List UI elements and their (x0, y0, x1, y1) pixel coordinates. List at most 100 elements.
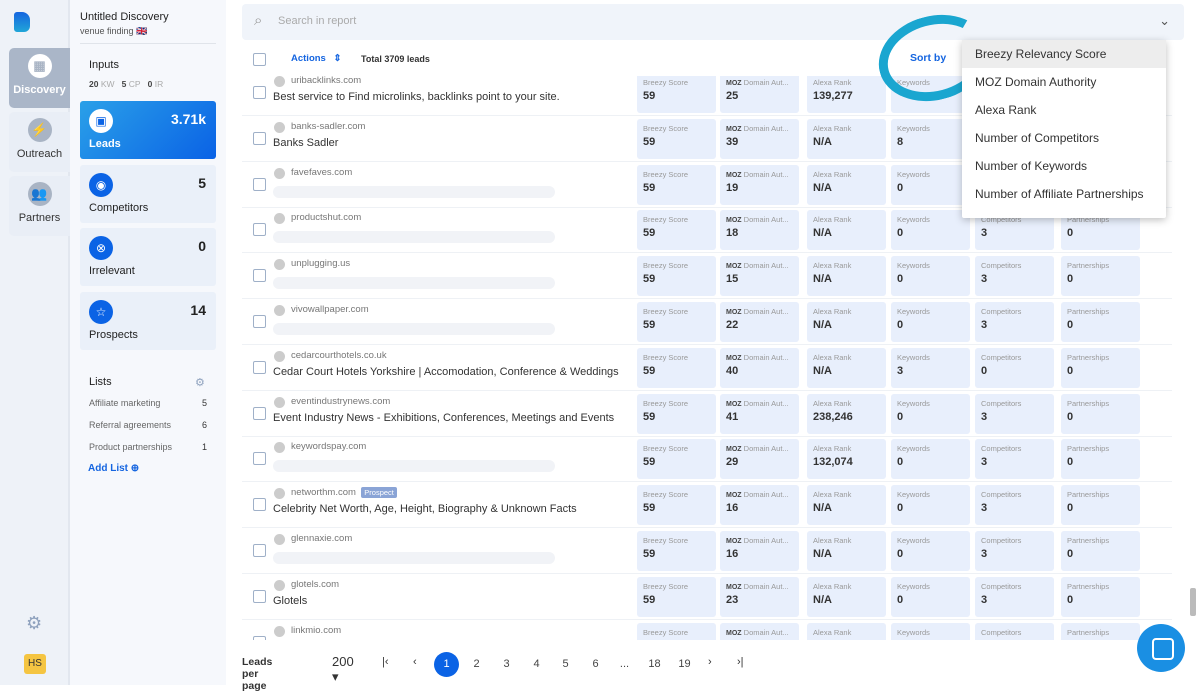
row-checkbox[interactable] (253, 315, 266, 328)
nav-partners[interactable]: 👥 Partners (9, 176, 70, 236)
sort-option[interactable]: MOZ Domain Authority (962, 68, 1166, 96)
lists-gear-icon[interactable]: ⚙ (195, 376, 205, 389)
table-row[interactable]: keywordspay.com Breezy Score 59 MOZ Domain … (242, 436, 1172, 483)
domain-link[interactable]: eventindustrynews.com (291, 396, 390, 407)
discovery-subtitle: venue finding 🇬🇧 (80, 26, 148, 36)
metric-value: 59 (643, 548, 656, 560)
metric-label-text: Domain Aut... (743, 398, 789, 408)
domain-link[interactable]: banks-sadler.com (291, 121, 365, 132)
sort-by-button[interactable]: Sort by (910, 52, 946, 64)
row-checkbox[interactable] (253, 269, 266, 283)
metric-value: 0 (981, 364, 988, 377)
search-input[interactable]: Search in report (278, 15, 356, 27)
sort-option[interactable]: Breezy Relevancy Score (962, 40, 1166, 68)
sort-option[interactable]: Number of Affiliate Partnerships (962, 180, 1166, 208)
page-...[interactable]: ... (612, 652, 637, 677)
domain-link[interactable]: productshut.com (291, 212, 361, 223)
table-row[interactable]: glotels.com Glotels Breezy Score 59 MOZ Doma… (242, 574, 1172, 620)
domain-link[interactable]: vivowallpaper.com (291, 304, 369, 315)
domain-link[interactable]: uribacklinks.com (291, 76, 361, 86)
nav-discovery[interactable]: ▦ Discovery (9, 48, 70, 108)
list-item[interactable]: Referral agreements 6 (89, 420, 207, 430)
table-row[interactable]: glennaxie.com Breezy Score 59 MOZ Domain Au… (242, 528, 1172, 574)
metric-value: N/A (813, 273, 832, 286)
table-row[interactable]: vivowallpaper.com Breezy Score 59 MOZ Domai… (242, 299, 1172, 345)
chat-button[interactable] (1137, 624, 1185, 672)
sort-option[interactable]: Number of Competitors (962, 124, 1166, 152)
search-bar[interactable]: ⌕ Search in report ⌄ (242, 4, 1184, 40)
page-4[interactable]: 4 (524, 652, 549, 677)
title-placeholder (273, 185, 555, 198)
metric-label: Alexa Rank (813, 124, 885, 133)
table-row[interactable]: cedarcourthotels.co.uk Cedar Court Hotels… (242, 345, 1172, 391)
card-prospects[interactable]: ☆ 14 Prospects (80, 292, 216, 350)
card-leads[interactable]: ▣ 3.71k Leads (80, 101, 216, 159)
table-row[interactable]: eventindustrynews.com Event Industry News… (242, 391, 1172, 437)
domain-link[interactable]: cedarcourthotels.co.uk (291, 350, 387, 361)
table-row[interactable]: networthm.com Prospect Celebrity Net Worth… (242, 482, 1172, 529)
page-5[interactable]: 5 (553, 652, 578, 677)
chevron-down-icon[interactable]: ⌄ (1159, 13, 1170, 29)
actions-button[interactable]: Actions ⇕ (291, 53, 341, 64)
row-checkbox[interactable] (253, 360, 266, 374)
domain-link[interactable]: keywordspay.com (291, 441, 366, 452)
list-item[interactable]: Affiliate marketing 5 (89, 398, 207, 408)
nav-outreach[interactable]: ⚡ Outreach (9, 112, 70, 172)
add-list-button[interactable]: Add List ⊕ (88, 463, 139, 474)
metric-breezy-score: Breezy Score 59 (637, 531, 716, 571)
card-irrelevant[interactable]: ⊗ 0 Irrelevant (80, 228, 216, 286)
first-page-icon[interactable]: |‹ (382, 656, 389, 668)
metric-value: 0 (897, 593, 904, 606)
row-checkbox[interactable] (253, 131, 266, 145)
list-item[interactable]: Product partnerships 1 (89, 442, 207, 452)
page-3[interactable]: 3 (494, 652, 519, 677)
metric-partnerships: Partnerships 0 (1061, 439, 1140, 480)
metric-label: MOZ Domain Aut... (726, 490, 798, 499)
card-competitors[interactable]: ◉ 5 Competitors (80, 165, 216, 223)
row-checkbox[interactable] (253, 406, 266, 420)
table-row[interactable]: unplugging.us Breezy Score 59 MOZ Domain Au… (242, 253, 1172, 300)
domain-link[interactable]: unplugging.us (291, 258, 350, 269)
x-circle-icon: ⊗ (89, 236, 113, 260)
domain-link[interactable]: glennaxie.com (291, 533, 352, 544)
table-row[interactable]: linkmio.com Breezy Score MOZ Domain Aut...… (242, 620, 1172, 640)
metric-value: 0 (1067, 364, 1074, 377)
domain-link[interactable]: networthm.com (291, 487, 356, 498)
domain-link[interactable]: favefaves.com (291, 167, 352, 178)
row-checkbox[interactable] (253, 635, 266, 640)
row-checkbox[interactable] (253, 452, 266, 466)
next-page-icon[interactable]: › (708, 656, 712, 668)
scrollbar-thumb[interactable] (1190, 588, 1196, 616)
page-2[interactable]: 2 (464, 652, 489, 677)
row-checkbox[interactable] (253, 177, 266, 191)
sort-option[interactable]: Alexa Rank (962, 96, 1166, 124)
page-1[interactable]: 1 (434, 652, 459, 677)
sort-option[interactable]: Number of Keywords (962, 152, 1166, 180)
avatar[interactable]: HS (24, 654, 46, 674)
page-6[interactable]: 6 (583, 652, 608, 677)
metric-value: N/A (813, 135, 832, 148)
scrollbar[interactable] (1188, 76, 1198, 640)
domain-link[interactable]: linkmio.com (291, 625, 341, 636)
row-checkbox[interactable] (253, 589, 266, 603)
per-page-select[interactable]: 200 ▾ (332, 654, 354, 685)
metric-value: 3 (897, 364, 904, 377)
metric-label: Keywords (897, 78, 969, 87)
row-checkbox[interactable] (253, 223, 266, 237)
row-checkbox[interactable] (253, 498, 266, 512)
select-all-checkbox[interactable] (253, 53, 266, 66)
last-page-icon[interactable]: ›| (737, 656, 744, 668)
page-19[interactable]: 19 (672, 652, 697, 677)
metric-value: 0 (897, 227, 904, 240)
row-checkbox[interactable] (253, 544, 266, 557)
metric-label-text: Keywords (897, 627, 930, 637)
row-checkbox[interactable] (253, 86, 266, 99)
domain-link[interactable]: glotels.com (291, 579, 339, 590)
page-18[interactable]: 18 (642, 652, 667, 677)
metric-keywords: Keywords 3 (891, 347, 970, 388)
prev-page-icon[interactable]: ‹ (413, 656, 417, 668)
metric-label: Partnerships (1067, 582, 1139, 591)
metric-label-text: Partnerships (1067, 536, 1110, 545)
settings-gear-icon[interactable]: ⚙ (26, 613, 42, 634)
metric-label: Breezy Score (643, 628, 715, 637)
